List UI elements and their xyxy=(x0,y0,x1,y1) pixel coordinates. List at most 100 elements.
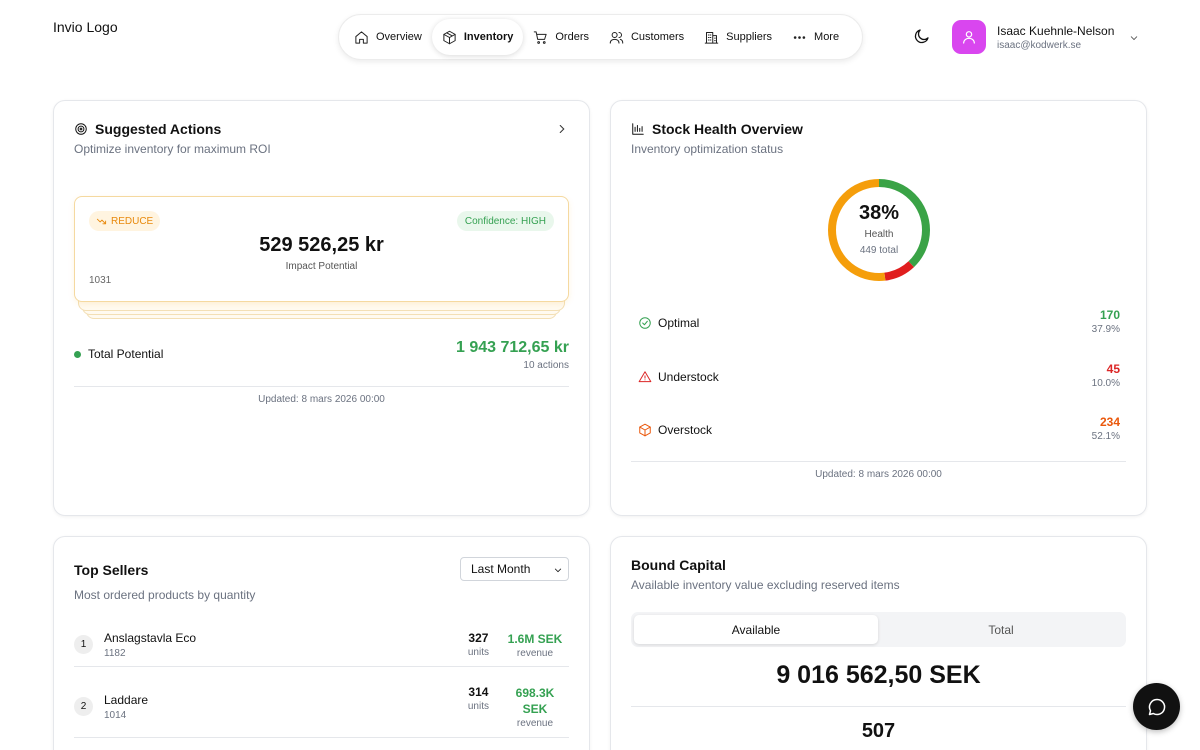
divider xyxy=(631,461,1126,462)
chevron-down-icon xyxy=(1128,31,1140,43)
nav-more[interactable]: More xyxy=(782,19,849,55)
stock-health-subtitle: Inventory optimization status xyxy=(631,142,784,156)
chat-button[interactable] xyxy=(1133,683,1180,730)
stock-row-label: Overstock xyxy=(658,423,713,437)
moon-icon xyxy=(914,29,929,44)
nav-inventory[interactable]: Inventory xyxy=(431,19,524,55)
bar-chart-icon xyxy=(632,123,644,135)
health-donut: 38% Health 449 total xyxy=(825,176,933,284)
suggested-actions-title: Suggested Actions xyxy=(74,121,221,137)
stock-health-updated: Updated: 8 mars 2026 00:00 xyxy=(815,469,942,480)
reduce-badge: REDUCE xyxy=(89,211,161,231)
suggested-actions-updated: Updated: 8 mars 2026 00:00 xyxy=(258,394,385,405)
nav-customers-label: Customers xyxy=(630,31,685,43)
cart-icon xyxy=(534,30,547,44)
revenue-value: 698.3K SEK xyxy=(515,686,555,716)
nav-overview-label: Overview xyxy=(376,31,422,43)
user-email: isaac@kodwerk.se xyxy=(997,39,1082,51)
nav-orders-label: Orders xyxy=(555,31,589,43)
chevron-down-icon xyxy=(554,568,562,573)
stock-row-count: 170 xyxy=(1099,308,1120,322)
product-name: Laddare xyxy=(104,693,149,707)
product-revenue: 1.6M SEK revenue xyxy=(507,631,563,661)
product-sku: 1014 xyxy=(104,710,127,721)
target-icon xyxy=(75,123,87,135)
top-sellers-title: Top Sellers xyxy=(74,562,149,578)
user-icon xyxy=(963,31,975,44)
impact-value: 529 526,25 kr xyxy=(259,234,384,256)
product-name: Anslagstavla Eco xyxy=(104,631,197,645)
suggested-actions-card: Suggested Actions Optimize inventory for… xyxy=(53,100,590,516)
period-select[interactable]: Last Month xyxy=(460,557,569,581)
units-value: 327 xyxy=(468,631,489,645)
confidence-badge: Confidence: HIGH xyxy=(456,211,554,231)
rank-badge: 1 xyxy=(74,635,93,654)
stock-row-percent: 52.1% xyxy=(1091,431,1120,442)
stock-row-overstock[interactable]: Overstock 234 52.1% xyxy=(638,415,1126,445)
total-potential-label: Total Potential xyxy=(88,347,164,361)
bound-capital-subtitle: Available inventory value excluding rese… xyxy=(631,578,900,592)
logo: Invio Logo xyxy=(53,19,118,35)
nav-suppliers[interactable]: Suppliers xyxy=(694,19,782,55)
health-label: Health xyxy=(864,229,894,240)
suggested-actions-title-text: Suggested Actions xyxy=(95,121,222,137)
product-sku: 1182 xyxy=(104,648,126,659)
nav-suppliers-label: Suppliers xyxy=(726,31,773,43)
product-units: 327 units xyxy=(468,631,489,658)
stock-health-title-text: Stock Health Overview xyxy=(652,121,803,137)
stock-row-label: Understock xyxy=(658,370,719,384)
nav-inventory-label: Inventory xyxy=(463,31,514,43)
nav-orders[interactable]: Orders xyxy=(523,19,599,55)
nav-overview[interactable]: Overview xyxy=(344,19,432,55)
action-card[interactable]: REDUCE Confidence: HIGH 529 526,25 kr Im… xyxy=(74,196,569,302)
more-dots-icon xyxy=(793,35,806,39)
divider xyxy=(74,386,569,387)
package-icon xyxy=(638,423,652,437)
health-percent: 38% xyxy=(858,202,900,224)
chevron-right-icon xyxy=(559,124,565,134)
main-nav: Overview Inventory Orders Customers Supp… xyxy=(338,14,863,60)
nav-more-label: More xyxy=(814,31,840,43)
stock-row-count: 45 xyxy=(1106,362,1120,376)
check-circle-icon xyxy=(638,316,652,330)
revenue-label: revenue xyxy=(516,718,554,729)
capital-view-toggle: Available Total xyxy=(631,612,1126,647)
theme-toggle-button[interactable] xyxy=(913,27,931,45)
user-menu[interactable]: Isaac Kuehnle-Nelson isaac@kodwerk.se xyxy=(952,20,1138,54)
table-row[interactable]: 2 Laddare 1014 314 units 698.3K SEK reve… xyxy=(74,685,563,735)
action-item-id: 1031 xyxy=(89,275,112,286)
reduce-badge-label: REDUCE xyxy=(111,215,154,227)
top-sellers-subtitle: Most ordered products by quantity xyxy=(74,588,256,602)
stock-row-optimal[interactable]: Optimal 170 37.9% xyxy=(638,308,1126,338)
bound-capital-value: 9 016 562,50 SEK xyxy=(776,661,981,689)
table-row[interactable]: 1 Anslagstavla Eco 1182 327 units 1.6M S… xyxy=(74,631,563,671)
stock-health-title: Stock Health Overview xyxy=(631,121,803,137)
total-potential-dot xyxy=(74,351,81,358)
stock-row-understock[interactable]: Understock 45 10.0% xyxy=(638,362,1126,392)
bound-capital-card: Bound Capital Available inventory value … xyxy=(610,536,1147,750)
avatar xyxy=(952,20,986,54)
home-icon xyxy=(355,30,368,44)
total-potential-value: 1 943 712,65 kr xyxy=(456,339,569,356)
tab-total[interactable]: Total xyxy=(879,615,1123,644)
units-label: units xyxy=(467,701,489,712)
units-label: units xyxy=(467,647,489,658)
period-select-value: Last Month xyxy=(471,562,531,576)
warning-triangle-icon xyxy=(638,370,652,384)
users-icon xyxy=(609,31,624,44)
building-icon xyxy=(704,31,719,44)
bound-capital-title: Bound Capital xyxy=(631,557,726,573)
revenue-value: 1.6M SEK xyxy=(507,632,563,646)
product-revenue: 698.3K SEK revenue xyxy=(507,685,563,731)
stock-row-label: Optimal xyxy=(658,316,700,330)
box-icon xyxy=(443,30,456,44)
trending-down-icon xyxy=(96,218,107,224)
revenue-label: revenue xyxy=(516,648,554,659)
suggested-actions-open-button[interactable] xyxy=(555,122,569,136)
impact-label: Impact Potential xyxy=(285,261,358,272)
tab-available[interactable]: Available xyxy=(634,615,878,644)
units-value: 314 xyxy=(468,685,489,699)
nav-customers[interactable]: Customers xyxy=(599,19,694,55)
stock-health-card: Stock Health Overview Inventory optimiza… xyxy=(610,100,1147,516)
chat-bubble-icon xyxy=(1148,698,1165,715)
